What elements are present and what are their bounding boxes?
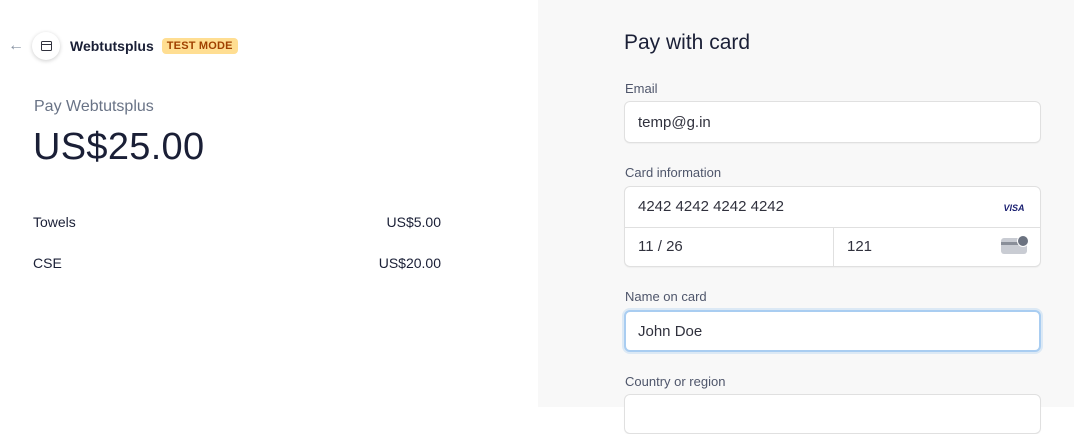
order-summary-panel: ← Webtutsplus TEST MODE Pay Webtutsplus … bbox=[0, 0, 538, 407]
line-item: Towels US$5.00 bbox=[33, 214, 441, 230]
line-item: CSE US$20.00 bbox=[33, 255, 441, 271]
card-info-label: Card information bbox=[625, 165, 722, 180]
card-cvc-field[interactable]: 121 bbox=[847, 238, 872, 255]
total-amount: US$25.00 bbox=[33, 126, 205, 168]
email-value: temp@g.in bbox=[638, 114, 711, 131]
line-item-name: Towels bbox=[33, 214, 76, 230]
name-value: John Doe bbox=[638, 323, 703, 340]
merchant-logo bbox=[32, 32, 60, 60]
pay-label: Pay Webtutsplus bbox=[34, 98, 154, 115]
divider bbox=[833, 227, 834, 266]
arrow-left-icon[interactable]: ← bbox=[8, 37, 28, 55]
merchant-header: ← Webtutsplus TEST MODE bbox=[8, 31, 238, 61]
shop-icon bbox=[40, 41, 52, 51]
test-mode-badge: TEST MODE bbox=[161, 38, 238, 54]
card-expiry-field[interactable]: 11 / 26 bbox=[638, 238, 683, 255]
country-label: Country or region bbox=[625, 374, 726, 389]
form-title: Pay with card bbox=[624, 31, 751, 54]
card-information-group: 4242 4242 4242 4242 VISA 11 / 26 121 bbox=[624, 186, 1041, 267]
email-label: Email bbox=[625, 81, 658, 96]
name-on-card-label: Name on card bbox=[625, 289, 707, 304]
name-on-card-field[interactable]: John Doe bbox=[624, 310, 1041, 352]
card-number-field[interactable]: 4242 4242 4242 4242 bbox=[638, 198, 784, 215]
visa-icon: VISA bbox=[1003, 203, 1025, 213]
cvc-card-icon bbox=[1001, 235, 1029, 254]
line-item-price: US$5.00 bbox=[386, 214, 441, 230]
line-item-name: CSE bbox=[33, 255, 62, 271]
country-select[interactable] bbox=[624, 394, 1041, 434]
email-field[interactable]: temp@g.in bbox=[624, 101, 1041, 143]
merchant-name: Webtutsplus bbox=[70, 38, 154, 54]
line-item-price: US$20.00 bbox=[378, 255, 441, 271]
